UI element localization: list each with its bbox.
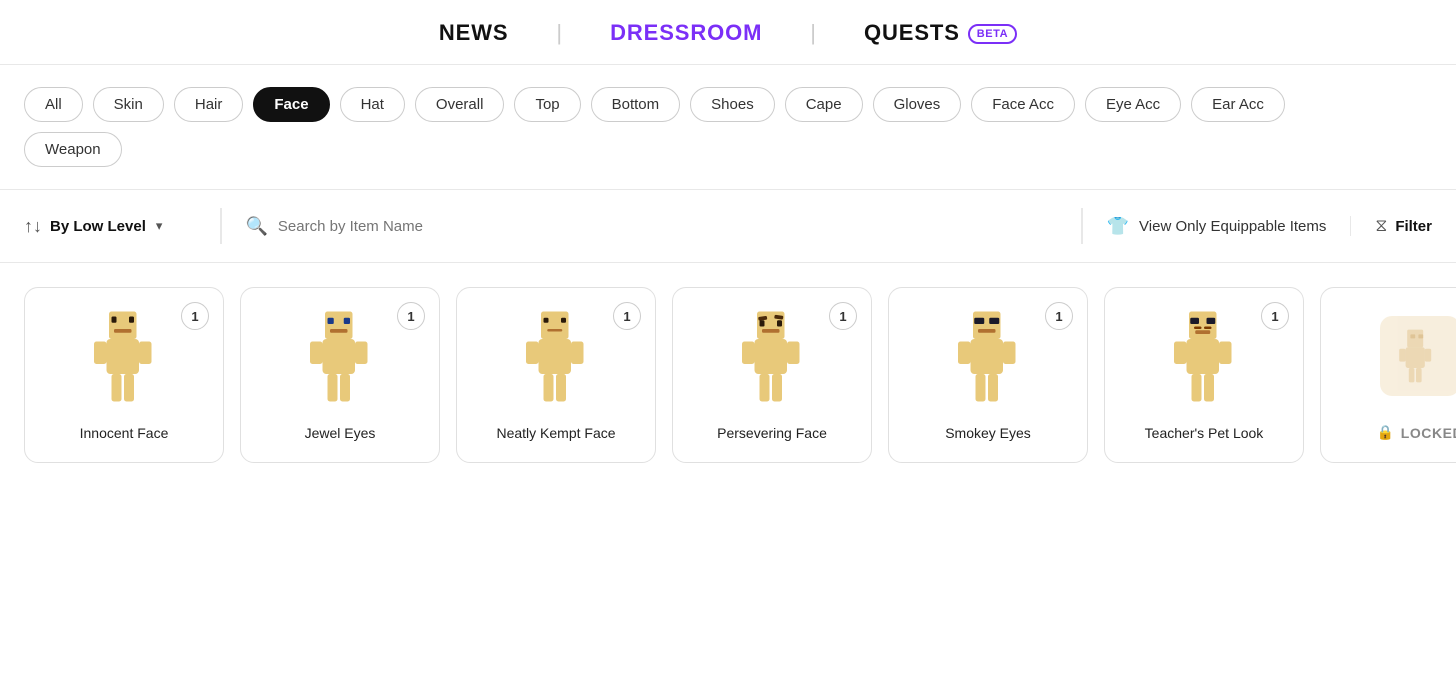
filter-section[interactable]: ⧖ Filter [1350, 216, 1456, 236]
item-name: Smokey Eyes [945, 424, 1031, 444]
item-card-jewel-eyes[interactable]: 1 Jewel Eyes [240, 287, 440, 463]
level-badge: 1 [1045, 302, 1073, 330]
lock-icon: 🔒 [1377, 424, 1395, 441]
category-face[interactable]: Face [253, 87, 329, 122]
sort-caret-icon[interactable]: ▾ [156, 218, 163, 234]
sort-icon: ↑↓ [24, 216, 42, 237]
category-face-acc[interactable]: Face Acc [971, 87, 1075, 122]
level-badge: 1 [829, 302, 857, 330]
item-name: Neatly Kempt Face [496, 424, 615, 444]
item-card-smokey-eyes[interactable]: 1 Smokey Eyes [888, 287, 1088, 463]
category-section: All Skin Hair Face Hat Overall Top Botto… [0, 65, 1456, 171]
item-image [74, 304, 174, 414]
items-grid: 1 Innocent Face 1 [0, 263, 1456, 487]
level-badge: 1 [181, 302, 209, 330]
item-card-persevering-face[interactable]: 1 Persevering Face [672, 287, 872, 463]
item-image-locked [1370, 304, 1456, 414]
search-section: 🔍 [222, 216, 1082, 237]
category-skin[interactable]: Skin [93, 87, 164, 122]
item-name: Innocent Face [80, 424, 169, 444]
category-row-2: Weapon [24, 132, 1432, 171]
item-name: Persevering Face [717, 424, 827, 444]
item-image [1154, 304, 1254, 414]
item-image [722, 304, 822, 414]
category-cape[interactable]: Cape [785, 87, 863, 122]
item-image [938, 304, 1038, 414]
category-overall[interactable]: Overall [415, 87, 505, 122]
item-image [506, 304, 606, 414]
equippable-icon: 👕 [1107, 216, 1129, 237]
category-gloves[interactable]: Gloves [873, 87, 962, 122]
item-name: Jewel Eyes [305, 424, 376, 444]
sort-section[interactable]: ↑↓ By Low Level ▾ [0, 216, 220, 237]
level-badge: 1 [1261, 302, 1289, 330]
locked-icon-area [1380, 316, 1456, 396]
category-top[interactable]: Top [514, 87, 580, 122]
category-bottom[interactable]: Bottom [591, 87, 681, 122]
level-badge: 1 [613, 302, 641, 330]
main-nav: NEWS | DRESSROOM | QUESTSBETA [0, 0, 1456, 65]
category-ear-acc[interactable]: Ear Acc [1191, 87, 1285, 122]
category-hair[interactable]: Hair [174, 87, 244, 122]
item-card-locked[interactable]: 2 🔒 LOCKED [1320, 287, 1456, 463]
equippable-label: View Only Equippable Items [1139, 218, 1326, 235]
category-weapon[interactable]: Weapon [24, 132, 122, 167]
toolbar: ↑↓ By Low Level ▾ 🔍 👕 View Only Equippab… [0, 189, 1456, 263]
item-card-teachers-pet[interactable]: 1 Teacher's Pet Look [1104, 287, 1304, 463]
search-icon: 🔍 [246, 216, 268, 237]
category-all[interactable]: All [24, 87, 83, 122]
category-row-1: All Skin Hair Face Hat Overall Top Botto… [24, 87, 1432, 122]
search-input[interactable] [278, 218, 1057, 235]
item-card-neatly-kempt[interactable]: 1 Neatly Kempt Face [456, 287, 656, 463]
nav-quests[interactable]: QUESTSBETA [816, 20, 1065, 46]
sort-label[interactable]: By Low Level [50, 218, 146, 235]
filter-icon: ⧖ [1375, 216, 1387, 236]
equippable-section[interactable]: 👕 View Only Equippable Items [1083, 216, 1351, 237]
level-badge: 1 [397, 302, 425, 330]
nav-dressroom[interactable]: DRESSROOM [562, 20, 810, 46]
category-eye-acc[interactable]: Eye Acc [1085, 87, 1181, 122]
locked-text: LOCKED [1401, 425, 1456, 441]
item-card-innocent-face[interactable]: 1 Innocent Face [24, 287, 224, 463]
item-image [290, 304, 390, 414]
nav-news[interactable]: NEWS [391, 20, 557, 46]
category-hat[interactable]: Hat [340, 87, 405, 122]
beta-badge: BETA [968, 24, 1017, 44]
category-shoes[interactable]: Shoes [690, 87, 775, 122]
filter-label: Filter [1395, 218, 1432, 235]
item-name: Teacher's Pet Look [1145, 424, 1264, 444]
locked-label: 🔒 LOCKED [1377, 424, 1456, 441]
